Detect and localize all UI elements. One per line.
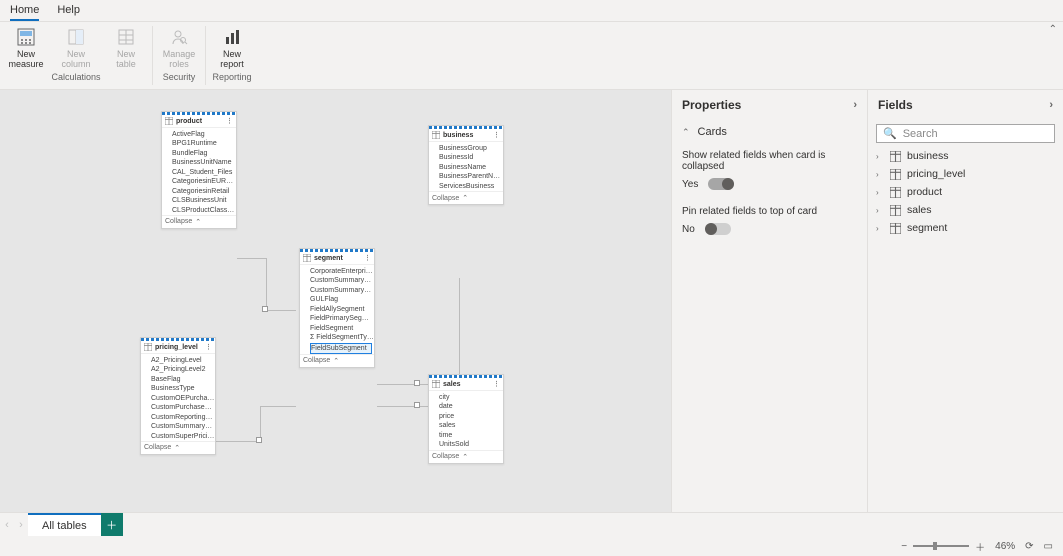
bar-chart-icon: [222, 24, 242, 50]
cards-section-header[interactable]: ⌃ Cards: [672, 120, 867, 144]
card-body: CorporateEnterpriseFlagCustomSummaryUlpa…: [300, 265, 374, 354]
properties-header[interactable]: Properties›: [672, 90, 867, 120]
ribbon-group-calc-label: Calculations: [51, 72, 100, 82]
search-icon: 🔍: [883, 127, 897, 140]
zoom-value: 46%: [995, 541, 1015, 552]
zoom-in-icon[interactable]: ＋: [975, 539, 985, 554]
new-report-button[interactable]: New report: [210, 24, 254, 70]
card-more-icon[interactable]: ⋮: [493, 131, 500, 139]
ribbon-group-rep-label: Reporting: [212, 72, 251, 82]
card-title: business: [443, 132, 473, 139]
measure-icon: [16, 24, 36, 50]
card-body: ActiveFlagBPG1RuntimeBundleFlagBusinessU…: [162, 128, 236, 215]
card-more-icon[interactable]: ⋮: [364, 254, 371, 262]
table-icon: [116, 24, 136, 50]
manage-roles-label: Manage roles: [163, 50, 196, 70]
fit-page-icon[interactable]: ⟳: [1025, 541, 1033, 552]
field-item-sales[interactable]: ›sales: [868, 201, 1063, 219]
card-body: citydatepricesalestimeUnitsSold: [429, 391, 503, 450]
field-item-product[interactable]: ›product: [868, 183, 1063, 201]
table-icon: [890, 151, 901, 162]
zoom-slider[interactable]: − ＋: [901, 539, 985, 554]
related-fields-value: Yes: [682, 179, 698, 190]
table-icon: [890, 205, 901, 216]
ribbon-group-security: Manage roles Security: [153, 22, 205, 89]
table-icon: [890, 223, 901, 234]
menu-tabs: Home Help: [0, 0, 1063, 22]
card-body: A2_PricingLevelA2_PricingLevel2BaseFlagB…: [141, 354, 215, 441]
pin-fields-label: Pin related fields to top of card: [672, 200, 867, 219]
ribbon-group-sec-label: Security: [163, 72, 196, 82]
table-card-business[interactable]: business ⋮ BusinessGroupBusinessIdBusines…: [428, 125, 504, 205]
chevron-right-icon: ›: [853, 99, 857, 111]
card-body: BusinessGroupBusinessIdBusinessNameBusin…: [429, 142, 503, 191]
card-more-icon[interactable]: ⋮: [205, 343, 212, 351]
model-canvas[interactable]: product ⋮ ActiveFlagBPG1RuntimeBundleFlag…: [0, 90, 671, 516]
new-column-button[interactable]: New column: [54, 24, 98, 70]
tab-nav-prev[interactable]: ‹: [0, 513, 14, 536]
new-measure-button[interactable]: New measure: [4, 24, 48, 70]
card-collapse[interactable]: Collapse⌃: [141, 441, 215, 454]
fields-pane: Fields› 🔍 Search ›business ›pricing_leve…: [867, 90, 1063, 516]
tab-help[interactable]: Help: [57, 1, 80, 21]
table-icon: [890, 187, 901, 198]
main-area: product ⋮ ActiveFlagBPG1RuntimeBundleFlag…: [0, 90, 1063, 516]
card-collapse[interactable]: Collapse⌃: [429, 191, 503, 204]
field-item-pricing-level[interactable]: ›pricing_level: [868, 165, 1063, 183]
chevron-up-icon: ⌃: [682, 127, 690, 138]
person-search-icon: [169, 24, 189, 50]
card-collapse[interactable]: Collapse⌃: [300, 354, 374, 367]
manage-roles-button[interactable]: Manage roles: [157, 24, 201, 70]
pin-fields-toggle[interactable]: [705, 223, 731, 235]
field-item-segment[interactable]: ›segment: [868, 219, 1063, 237]
field-item-business[interactable]: ›business: [868, 147, 1063, 165]
ribbon: New measure New column New table Calcula…: [0, 22, 1063, 90]
column-icon: [66, 24, 86, 50]
tab-all-tables[interactable]: All tables: [28, 513, 101, 536]
related-fields-toggle[interactable]: [708, 178, 734, 190]
page-tabs: ‹ › All tables ＋: [0, 512, 1063, 536]
fields-search-input[interactable]: 🔍 Search: [876, 124, 1055, 143]
tab-home[interactable]: Home: [10, 1, 39, 21]
table-card-sales[interactable]: sales ⋮ citydatepricesalestimeUnitsSold C…: [428, 374, 504, 464]
properties-pane: Properties› ⌃ Cards Show related fields …: [671, 90, 867, 516]
tab-nav-next[interactable]: ›: [14, 513, 28, 536]
card-title: sales: [443, 381, 461, 388]
table-card-product[interactable]: product ⋮ ActiveFlagBPG1RuntimeBundleFlag…: [161, 111, 237, 229]
new-report-label: New report: [220, 50, 244, 70]
ribbon-group-reporting: New report Reporting: [206, 22, 258, 89]
fields-header[interactable]: Fields›: [868, 90, 1063, 120]
card-title: product: [176, 118, 202, 125]
table-icon: [432, 131, 440, 139]
add-tab-button[interactable]: ＋: [101, 513, 123, 536]
new-table-label: New table: [116, 50, 136, 70]
pin-fields-value: No: [682, 224, 695, 235]
zoom-out-icon[interactable]: −: [901, 541, 907, 552]
card-title: segment: [314, 255, 343, 262]
table-card-pricing-level[interactable]: pricing_level ⋮ A2_PricingLevelA2_Pricing…: [140, 337, 216, 455]
table-icon: [144, 343, 152, 351]
status-bar: − ＋ 46% ⟳ ▭: [0, 536, 1063, 556]
ribbon-collapse-button[interactable]: ⌃: [1043, 22, 1063, 89]
new-table-button[interactable]: New table: [104, 24, 148, 70]
card-collapse[interactable]: Collapse⌃: [429, 450, 503, 463]
card-more-icon[interactable]: ⋮: [493, 380, 500, 388]
related-fields-label: Show related fields when card is collaps…: [672, 144, 867, 174]
ribbon-group-calculations: New measure New column New table Calcula…: [0, 22, 152, 89]
chevron-right-icon: ›: [1049, 99, 1053, 111]
table-card-segment[interactable]: segment ⋮ CorporateEnterpriseFlagCustomSu…: [299, 248, 375, 368]
table-icon: [303, 254, 311, 262]
new-measure-label: New measure: [8, 50, 43, 70]
table-icon: [432, 380, 440, 388]
table-icon: [890, 169, 901, 180]
table-icon: [165, 117, 173, 125]
fit-page-icon-2[interactable]: ▭: [1044, 541, 1053, 552]
card-title: pricing_level: [155, 344, 198, 351]
card-collapse[interactable]: Collapse⌃: [162, 215, 236, 228]
new-column-label: New column: [61, 50, 90, 70]
card-more-icon[interactable]: ⋮: [226, 117, 233, 125]
